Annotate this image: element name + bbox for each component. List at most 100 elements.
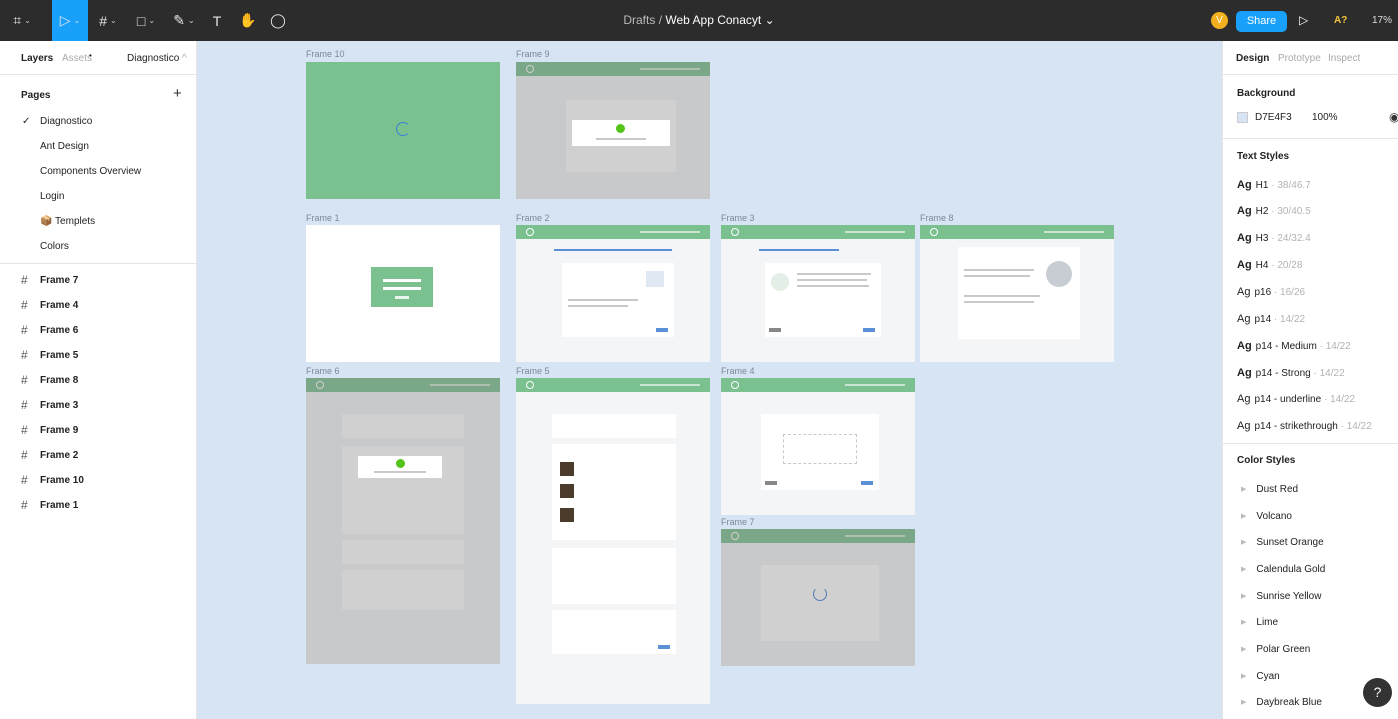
text-style-p14[interactable]: Ag p14 · 14/22: [1237, 313, 1305, 325]
frame-label[interactable]: Frame 4: [721, 366, 755, 376]
color-style-item[interactable]: ▶ Calendula Gold: [1241, 564, 1325, 575]
avatar[interactable]: V: [1211, 12, 1228, 29]
frame-label[interactable]: Frame 5: [516, 366, 550, 376]
text-style-meta: · 16/26: [1271, 287, 1306, 298]
tab-assets[interactable]: Assets: [62, 53, 92, 64]
frame-1[interactable]: [306, 225, 500, 362]
nav-bar: [1044, 231, 1104, 233]
frame-card: [761, 414, 879, 490]
frame-tool-button[interactable]: # ⌄: [90, 0, 126, 41]
color-style-item[interactable]: ▶ Sunset Orange: [1241, 537, 1324, 548]
frame-4[interactable]: [721, 378, 915, 515]
frame-label[interactable]: Frame 2: [516, 213, 550, 223]
frame-label[interactable]: Frame 6: [306, 366, 340, 376]
comment-tool-button[interactable]: ◯: [264, 0, 292, 41]
shape-tool-button[interactable]: □ ⌄: [128, 0, 164, 41]
layer-item[interactable]: # Frame 5: [0, 343, 196, 368]
layer-item[interactable]: # Frame 9: [0, 418, 196, 443]
frame-8[interactable]: [920, 225, 1114, 362]
page-item-label: 📦 Templets: [40, 216, 96, 227]
text-style-h1[interactable]: Ag H1 · 38/46.7: [1237, 179, 1311, 191]
color-style-label: Sunrise Yellow: [1256, 591, 1322, 602]
font-warning-badge[interactable]: A?: [1334, 15, 1347, 26]
upload-dropzone: [783, 434, 857, 464]
frame-label[interactable]: Frame 3: [721, 213, 755, 223]
page-item-templets[interactable]: 📦 Templets: [0, 209, 196, 234]
text-tool-button[interactable]: T: [204, 0, 230, 41]
hand-tool-button[interactable]: ✋: [234, 0, 262, 41]
zoom-level[interactable]: 17%: [1372, 15, 1392, 26]
color-style-item[interactable]: ▶ Cyan: [1241, 671, 1280, 682]
page-item-login[interactable]: Login: [0, 184, 196, 209]
text-style-meta: · 14/22: [1271, 314, 1306, 325]
present-play-icon[interactable]: ▷: [1299, 13, 1308, 27]
page-item-ant-design[interactable]: Ant Design: [0, 134, 196, 159]
layer-label: Frame 8: [40, 375, 79, 386]
layer-item[interactable]: # Frame 8: [0, 368, 196, 393]
drafts-link[interactable]: Drafts: [623, 13, 655, 27]
background-color-swatch[interactable]: [1237, 112, 1248, 123]
background-opacity[interactable]: 100%: [1312, 112, 1338, 123]
color-style-item[interactable]: ▶ Polar Green: [1241, 644, 1310, 655]
page-selector[interactable]: Diagnostico ^: [127, 53, 187, 64]
text-style-p16[interactable]: Ag p16 · 16/26: [1237, 286, 1305, 298]
illustration-icon: [1046, 261, 1072, 287]
modal-card: [358, 456, 442, 478]
frame-2[interactable]: [516, 225, 710, 362]
share-button[interactable]: Share: [1236, 11, 1287, 32]
pen-tool-button[interactable]: ✎ ⌄: [166, 0, 202, 41]
figma-menu-button[interactable]: ⌗ ⌄: [0, 0, 44, 41]
layer-item[interactable]: # Frame 1: [0, 493, 196, 518]
tab-layers[interactable]: Layers: [21, 53, 53, 64]
layer-item[interactable]: # Frame 3: [0, 393, 196, 418]
eye-icon[interactable]: ◉: [1389, 110, 1398, 124]
text-style-h2[interactable]: Ag H2 · 30/40.5: [1237, 205, 1311, 217]
layer-item[interactable]: # Frame 6: [0, 318, 196, 343]
frame-9[interactable]: [516, 62, 710, 199]
frame-6[interactable]: [306, 378, 500, 664]
frame-5[interactable]: [516, 378, 710, 704]
page-item-colors[interactable]: Colors: [0, 234, 196, 259]
layer-item[interactable]: # Frame 2: [0, 443, 196, 468]
page-item-components-overview[interactable]: Components Overview: [0, 159, 196, 184]
tab-inspect[interactable]: Inspect: [1328, 53, 1360, 64]
layer-item[interactable]: # Frame 4: [0, 293, 196, 318]
text-style-meta: · 14/22: [1337, 421, 1372, 432]
chevron-down-icon[interactable]: ⌄: [765, 13, 775, 27]
add-page-icon[interactable]: +: [173, 85, 182, 102]
frame-label[interactable]: Frame 10: [306, 49, 345, 59]
page-item-diagnostico[interactable]: ✓ Diagnostico: [0, 109, 196, 134]
color-style-item[interactable]: ▶ Sunrise Yellow: [1241, 591, 1321, 602]
chevron-down-icon: ⌄: [24, 16, 31, 25]
text-style-p14-strong[interactable]: Ag p14 - Strong · 14/22: [1237, 367, 1345, 379]
text-line: [964, 275, 1030, 277]
layer-item[interactable]: # Frame 10: [0, 468, 196, 493]
tab-design[interactable]: Design: [1236, 53, 1269, 64]
file-name[interactable]: Web App Conacyt: [665, 13, 761, 27]
loading-spinner-icon: [396, 122, 410, 136]
text-style-h3[interactable]: Ag H3 · 24/32.4: [1237, 232, 1311, 244]
frame-10[interactable]: [306, 62, 500, 199]
color-style-item[interactable]: ▶ Daybreak Blue: [1241, 697, 1322, 708]
color-style-item[interactable]: ▶ Dust Red: [1241, 484, 1298, 495]
frame-label[interactable]: Frame 7: [721, 517, 755, 527]
frame-7[interactable]: [721, 529, 915, 666]
tab-prototype[interactable]: Prototype: [1278, 53, 1321, 64]
text-style-p14-underline[interactable]: Ag p14 - underline · 14/22: [1237, 393, 1355, 405]
frame-label[interactable]: Frame 1: [306, 213, 340, 223]
color-styles-title: Color Styles: [1237, 455, 1296, 466]
text-style-p14-medium[interactable]: Ag p14 - Medium · 14/22: [1237, 340, 1351, 352]
layer-item[interactable]: # Frame 7: [0, 268, 196, 293]
frame-label[interactable]: Frame 9: [516, 49, 550, 59]
frame-3[interactable]: [721, 225, 915, 362]
color-style-item[interactable]: ▶ Volcano: [1241, 511, 1292, 522]
frame-icon: #: [21, 473, 28, 487]
text-style-p14-strikethrough[interactable]: Ag p14 - strikethrough · 14/22: [1237, 420, 1372, 432]
modal-card: [572, 120, 670, 146]
color-style-item[interactable]: ▶ Lime: [1241, 617, 1278, 628]
background-hex[interactable]: D7E4F3: [1255, 112, 1292, 123]
move-tool-button[interactable]: ▷ ⌄: [52, 0, 88, 41]
frame-label[interactable]: Frame 8: [920, 213, 954, 223]
help-button[interactable]: ?: [1363, 678, 1392, 707]
text-style-h4[interactable]: Ag H4 · 20/28: [1237, 259, 1302, 271]
